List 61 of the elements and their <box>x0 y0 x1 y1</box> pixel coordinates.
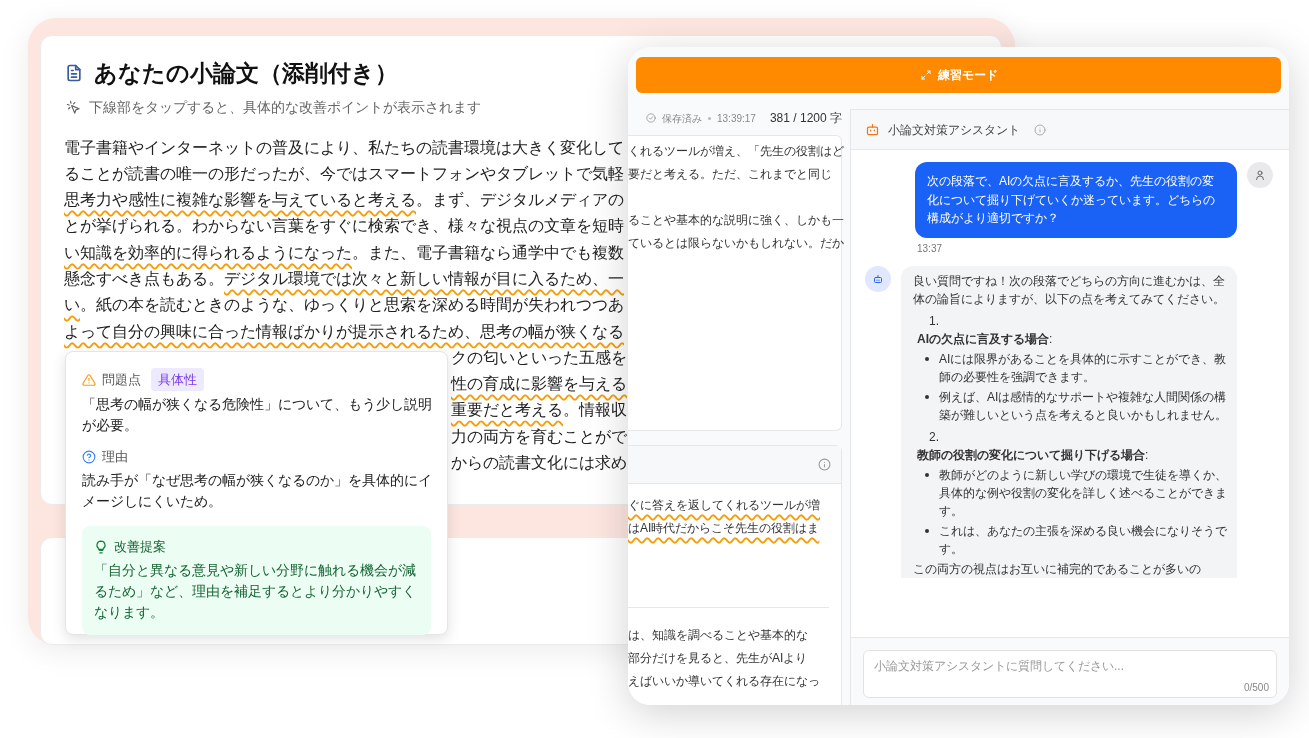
check-circle-icon <box>646 113 656 123</box>
section-heading: 教師の役割の変化について掘り下げる場合: <box>917 446 1150 464</box>
text-line: ることや基本的な説明に強く、しかも一 <box>628 212 844 229</box>
list-number: 2. <box>928 428 940 446</box>
text-line: 要だと考える。ただ、これまでと同じ <box>628 166 832 183</box>
text-line: 部分だけを見ると、先生がAIより <box>628 650 808 667</box>
text-line: 力の両方を育むことがで <box>451 426 627 447</box>
question-icon <box>82 449 96 464</box>
text-line: は、知識を調べることや基本的な <box>628 627 808 644</box>
bullet-text: AIには限界があることを具体的に示すことができ、教師の必要性を強調できます。 <box>939 350 1228 386</box>
problem-text: 「思考の幅が狭くなる危険性」について、もう少し説明が必要。 <box>82 396 433 435</box>
robot-icon <box>865 122 880 137</box>
hint-text: 下線部をタップすると、具体的な改善ポイントが表示されます <box>89 97 481 117</box>
reason-text: 読み手が「なぜ思考の幅が狭くなるのか」を具体的にイメージしにくいため。 <box>82 472 433 511</box>
save-status: 保存済み <box>662 111 702 126</box>
text-line: ることが読書の唯一の形だったが、今ではスマートフォンやタブレットで気軽 <box>64 163 624 184</box>
text-line: ぐに答えを返してくれるツールが増 <box>628 497 820 514</box>
practice-mode-button[interactable]: 練習モード <box>636 57 1281 93</box>
robot-icon <box>872 272 884 285</box>
text-line: よって自分の興味に合った情報ばかりが提示されるため、思考の幅が狭くなる <box>64 321 624 342</box>
suggestion-label: 改善提案 <box>114 538 166 556</box>
user-message: 次の段落で、AIの欠点に言及するか、先生の役割の変化について掘り下げていくか迷っています。どちらの構成がより適切ですか？ <box>915 162 1237 238</box>
bullet-text: これは、あなたの主張を深める良い機会になりそうです。 <box>939 522 1228 558</box>
expand-icon <box>919 69 932 81</box>
text-line: とが挙げられる。わからない言葉をすぐに検索でき、様々な視点の文章を短時 <box>64 216 624 237</box>
text-line: はAI時代だからこそ先生の役割はま <box>628 520 820 537</box>
save-time: 13:39:17 <box>717 111 756 126</box>
reason-label: 理由 <box>102 448 128 466</box>
text-line: 電子書籍やインターネットの普及により、私たちの読書環境は大きく変化して <box>64 137 624 158</box>
character-counter: 0/500 <box>1243 681 1269 695</box>
warning-icon <box>82 372 96 387</box>
text-line: 重要だと考える。情報収 <box>451 400 627 421</box>
message-text: この両方の視点はお互いに補完的であることが多いの <box>913 560 1202 578</box>
info-icon <box>1034 123 1046 136</box>
cursor-click-icon <box>66 99 81 115</box>
text-line: ているとは限らないかもしれない。だか <box>628 235 844 252</box>
section-heading: AIの欠点に言及する場合: <box>917 330 1054 348</box>
person-icon <box>1254 169 1266 181</box>
text-line: からの読書文化には求め <box>451 453 627 474</box>
category-tag: 具体性 <box>151 368 204 391</box>
text-line: くれるツールが増え、「先生の役割はど <box>628 143 844 160</box>
text-line: えばいいか導いてくれる存在になっ <box>628 673 820 690</box>
problem-label: 問題点 <box>102 371 141 389</box>
text-line: い。紙の本を読むときのような、ゆっくりと思索を深める時間が失われつつあ <box>64 295 624 316</box>
text-line: クの匂いといった五感を <box>451 347 627 368</box>
info-icon <box>818 458 831 471</box>
message-time: 13:37 <box>917 241 944 256</box>
suggestion-text: 「自分と異なる意見や新しい分野に触れる機会が減るため」など、理由を補足するとより分かりやすくなります。 <box>94 562 417 622</box>
bullet-text: 教師がどのように新しい学びの環境で生徒を導くか、具体的な例や役割の変化を詳しく述べることができます。 <box>939 466 1228 520</box>
text-line: い知識を効率的に得られるようになった。また、電子書籍なら通学中でも複数 <box>64 242 624 263</box>
document-icon <box>64 63 84 84</box>
list-number: 1. <box>928 312 940 330</box>
assistant-title: 小論文対策アシスタント <box>888 121 1020 139</box>
text-line: 懸念すべき点もある。デジタル環境では次々と新しい情報が目に入るため、一 <box>64 269 624 289</box>
text-line: 思考力や感性に複雑な影響を与えていると考える。まず、デジタルメディアの <box>64 190 624 211</box>
text-line: 性の育成に影響を与える <box>451 374 627 395</box>
message-text: 良い質問ですね！次の段落でどちらの方向に進むかは、全体の論旨によりますが、以下の点を考えてみてください。 <box>913 272 1226 308</box>
lightbulb-icon <box>94 539 108 554</box>
char-count: 381 / 1200 字 <box>769 110 842 127</box>
bullet-text: 例えば、AIは感情的なサポートや複雑な人間関係の構築が難しいという点を考えると良いかもしれません。 <box>939 388 1228 424</box>
essay-title: あなたの小論文（添削付き） <box>94 59 398 88</box>
